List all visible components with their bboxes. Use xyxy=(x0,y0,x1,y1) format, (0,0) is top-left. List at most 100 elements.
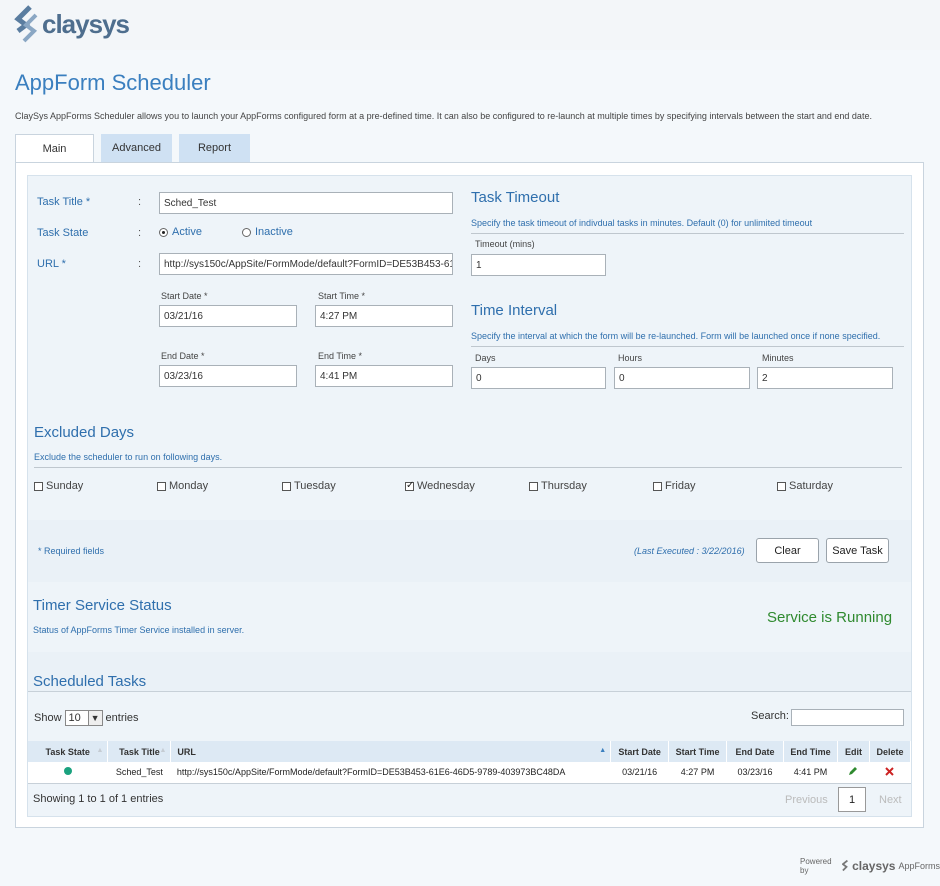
checkbox-monday[interactable]: Monday xyxy=(157,480,208,492)
radio-active-dot[interactable] xyxy=(159,227,168,237)
start-date-input[interactable]: 03/21/16 xyxy=(159,305,297,327)
delete-x-icon[interactable] xyxy=(885,767,895,776)
tab-advanced[interactable]: Advanced xyxy=(101,134,172,162)
table-header-row: Task State ▲ Task Title ▲ URL ▲ Start Date … xyxy=(28,741,912,762)
entries-select-value: 10 xyxy=(68,712,81,724)
checkbox-box[interactable] xyxy=(653,481,662,491)
page-description: ClaySys AppForms Scheduler allows you to… xyxy=(15,111,872,121)
day-label: Saturday xyxy=(789,480,834,492)
col-end-date[interactable]: End Date xyxy=(726,741,785,762)
excluded-days-title: Excluded Days xyxy=(34,424,135,441)
table-row[interactable]: Sched_Test http://sys150c/AppSite/FormMo… xyxy=(28,762,911,784)
entries-control: Show 10 ▼ entries xyxy=(34,710,139,726)
end-date-cell: 03/23/16 xyxy=(726,762,784,784)
excluded-days-description: Exclude the scheduler to run on followin… xyxy=(34,452,223,462)
claysys-s-logo-icon xyxy=(14,5,38,43)
col-url[interactable]: URL ▲ xyxy=(170,741,612,762)
entries-label: entries xyxy=(105,712,139,724)
task-timeout-description: Specify the task timeout of indivdual ta… xyxy=(471,218,813,228)
url-input[interactable]: http://sys150c/AppSite/FormMode/default?… xyxy=(159,253,453,275)
radio-inactive-label: Inactive xyxy=(255,226,293,238)
checkbox-box[interactable] xyxy=(282,481,291,491)
interval-divider xyxy=(471,346,904,347)
minutes-label: Minutes xyxy=(762,353,794,363)
claysys-logo[interactable]: claysys xyxy=(14,5,130,43)
hours-label: Hours xyxy=(618,353,643,363)
col-edit: Edit xyxy=(837,741,870,762)
sort-icon: ▲ xyxy=(159,747,167,754)
end-time-input[interactable]: 4:41 PM xyxy=(315,365,453,387)
start-time-input[interactable]: 4:27 PM xyxy=(315,305,453,327)
radio-active-label: Active xyxy=(172,226,202,238)
radio-inactive-dot[interactable] xyxy=(242,227,251,237)
sort-ascending-icon: ▲ xyxy=(599,747,607,754)
entries-select[interactable]: 10 ▼ xyxy=(64,710,103,726)
days-input[interactable]: 0 xyxy=(471,367,606,389)
time-interval-description: Specify the interval at which the form w… xyxy=(471,331,881,341)
previous-page-button[interactable]: Previous xyxy=(785,794,828,806)
pencil-edit-icon[interactable] xyxy=(848,766,858,776)
start-time-label: Start Time * xyxy=(318,291,366,301)
timer-service-description: Status of AppForms Timer Service install… xyxy=(33,625,245,635)
task-timeout-title: Task Timeout xyxy=(471,189,560,206)
search-input[interactable] xyxy=(791,709,904,726)
end-date-input[interactable]: 03/23/16 xyxy=(159,365,297,387)
checkbox-box-checked[interactable] xyxy=(405,480,414,491)
checkbox-tuesday[interactable]: Tuesday xyxy=(282,480,336,492)
colon: : xyxy=(138,258,142,270)
tab-report[interactable]: Report xyxy=(179,134,250,162)
checkbox-thursday[interactable]: Thursday xyxy=(529,480,587,492)
day-label: Friday xyxy=(665,480,696,492)
day-label: Wednesday xyxy=(417,480,475,492)
logo-text: claysys xyxy=(42,8,130,39)
footer-product: AppForms xyxy=(898,861,940,871)
top-header-bar: claysys xyxy=(0,0,940,50)
edit-cell xyxy=(837,762,870,784)
radio-inactive[interactable]: Inactive xyxy=(242,226,293,238)
page-number-button[interactable]: 1 xyxy=(838,787,866,812)
col-task-state[interactable]: Task State ▲ xyxy=(28,741,109,762)
search-label: Search: xyxy=(751,710,789,722)
url-label: URL * xyxy=(37,258,66,270)
col-task-title[interactable]: Task Title ▲ xyxy=(107,741,172,762)
checkbox-saturday[interactable]: Saturday xyxy=(777,480,833,492)
end-time-label: End Time * xyxy=(318,351,363,361)
tab-bar: Main Advanced Report xyxy=(15,134,257,163)
chevron-down-icon[interactable]: ▼ xyxy=(87,711,102,725)
end-date-label: End Date * xyxy=(161,351,205,361)
checkbox-sunday[interactable]: Sunday xyxy=(34,480,83,492)
tab-main[interactable]: Main xyxy=(15,134,94,163)
start-date-cell: 03/21/16 xyxy=(610,762,669,784)
time-interval-title: Time Interval xyxy=(471,302,558,319)
next-page-button[interactable]: Next xyxy=(879,794,902,806)
scheduled-header-band xyxy=(28,652,911,692)
timeout-input[interactable]: 1 xyxy=(471,254,606,276)
sort-icon: ▲ xyxy=(96,747,104,754)
checkbox-box[interactable] xyxy=(529,481,538,491)
checkbox-box[interactable] xyxy=(777,481,786,491)
last-executed-text: (Last Executed : 3/22/2016) xyxy=(634,546,745,556)
checkbox-box[interactable] xyxy=(157,481,166,491)
col-start-time[interactable]: Start Time xyxy=(668,741,728,762)
task-title-input[interactable]: Sched_Test xyxy=(159,192,453,214)
table-info-text: Showing 1 to 1 of 1 entries xyxy=(33,793,164,805)
hours-input[interactable]: 0 xyxy=(614,367,750,389)
checkbox-friday[interactable]: Friday xyxy=(653,480,696,492)
radio-active[interactable]: Active xyxy=(159,226,202,238)
service-status-text: Service is Running xyxy=(767,609,893,626)
task-title-cell: Sched_Test xyxy=(107,762,171,784)
page-title: AppForm Scheduler xyxy=(15,70,211,95)
scheduled-divider xyxy=(28,691,911,692)
minutes-input[interactable]: 2 xyxy=(757,367,893,389)
clear-button[interactable]: Clear xyxy=(756,538,819,563)
col-start-date[interactable]: Start Date xyxy=(610,741,670,762)
days-label: Days xyxy=(475,353,496,363)
colon: : xyxy=(138,227,142,239)
checkbox-wednesday[interactable]: Wednesday xyxy=(405,480,475,492)
col-end-time[interactable]: End Time xyxy=(783,741,838,762)
checkbox-box[interactable] xyxy=(34,481,43,491)
task-state-cell xyxy=(28,762,108,784)
footer-brand: claysys xyxy=(852,859,896,873)
start-date-label: Start Date * xyxy=(161,291,208,301)
save-task-button[interactable]: Save Task xyxy=(826,538,889,563)
